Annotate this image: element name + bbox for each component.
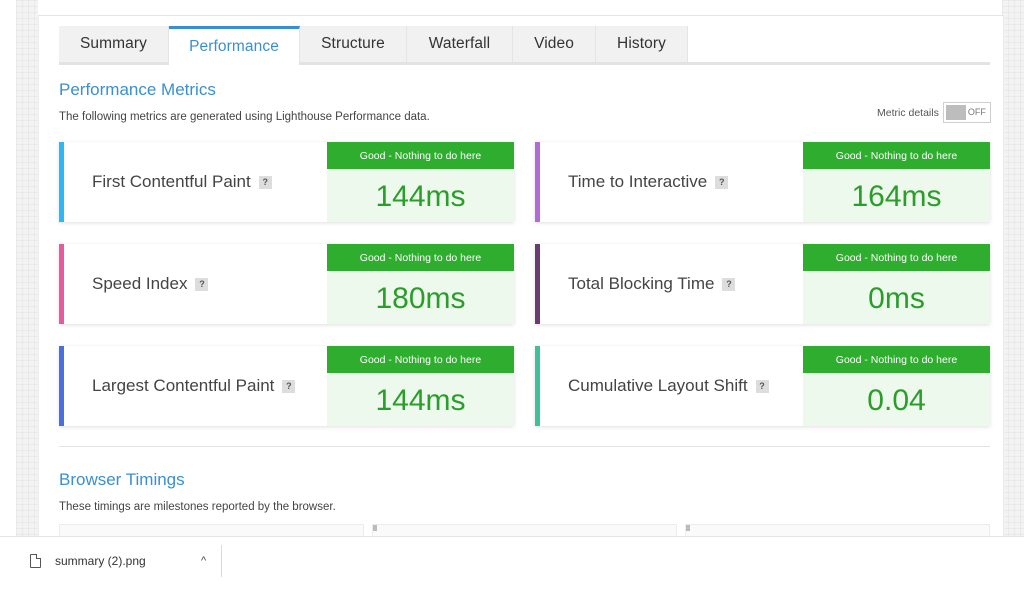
status-badge: Good - Nothing to do here: [327, 244, 514, 271]
metric-name-text: Time to Interactive: [568, 172, 708, 191]
status-badge: Good - Nothing to do here: [327, 346, 514, 373]
metric-card-largest-contentful-paint: Largest Contentful Paint ? Good - Nothin…: [59, 346, 514, 426]
metric-name-text: Speed Index: [92, 274, 188, 293]
help-icon[interactable]: ?: [258, 175, 272, 189]
status-badge: Good - Nothing to do here: [803, 142, 990, 169]
metric-value: 0.04: [867, 383, 926, 417]
metric-value: 144ms: [375, 383, 466, 417]
left-background-strip: [16, 0, 38, 545]
metric-name: Cumulative Layout Shift ?: [568, 346, 769, 426]
help-icon[interactable]: ?: [282, 379, 296, 393]
metric-card-cumulative-layout-shift: Cumulative Layout Shift ? Good - Nothing…: [535, 346, 990, 426]
metric-card-total-blocking-time: Total Blocking Time ? Good - Nothing to …: [535, 244, 990, 324]
browser-timings-title: Browser Timings: [59, 470, 185, 489]
metric-name-text: Total Blocking Time: [568, 274, 715, 293]
metric-details-toggle[interactable]: OFF: [942, 102, 991, 123]
performance-metrics-title: Performance Metrics: [59, 80, 216, 99]
section-divider: [59, 446, 990, 447]
metric-result: Good - Nothing to do here 180ms: [327, 244, 514, 324]
help-icon[interactable]: ?: [195, 277, 209, 291]
metric-value: 0ms: [868, 281, 925, 315]
right-background-strip: [1002, 0, 1024, 545]
metric-name: Speed Index ?: [92, 244, 209, 324]
tab-video[interactable]: Video: [513, 26, 596, 62]
help-icon[interactable]: ?: [755, 379, 769, 393]
metric-details-label: Metric details: [877, 106, 939, 119]
status-badge: Good - Nothing to do here: [803, 346, 990, 373]
metric-card-time-to-interactive: Time to Interactive ? Good - Nothing to …: [535, 142, 990, 222]
report-tabs: Summary Performance Structure Waterfall …: [59, 26, 990, 65]
metric-name: Total Blocking Time ?: [568, 244, 736, 324]
chevron-up-icon[interactable]: ^: [201, 555, 206, 567]
metric-name: Largest Contentful Paint ?: [92, 346, 296, 426]
help-icon[interactable]: ?: [715, 175, 729, 189]
tab-waterfall[interactable]: Waterfall: [407, 26, 513, 62]
metric-value: 164ms: [851, 179, 942, 213]
metric-name-text: First Contentful Paint: [92, 172, 251, 191]
status-badge: Good - Nothing to do here: [803, 244, 990, 271]
metric-name: First Contentful Paint ?: [92, 142, 272, 222]
toggle-state: OFF: [967, 107, 986, 117]
metric-name: Time to Interactive ?: [568, 142, 729, 222]
metric-result: Good - Nothing to do here 0ms: [803, 244, 990, 324]
browser-timings-row: [59, 524, 990, 536]
metric-result: Good - Nothing to do here 164ms: [803, 142, 990, 222]
timing-box: [372, 524, 677, 536]
metric-result: Good - Nothing to do here 144ms: [327, 346, 514, 426]
metric-name-text: Cumulative Layout Shift: [568, 376, 748, 395]
report-panel: Summary Performance Structure Waterfall …: [38, 16, 1004, 536]
browser-timings-subtitle: These timings are milestones reported by…: [59, 501, 336, 513]
metric-name-text: Largest Contentful Paint: [92, 376, 275, 395]
file-icon: [30, 554, 41, 568]
metric-value: 144ms: [375, 179, 466, 213]
timing-marker: [686, 525, 690, 531]
performance-metrics-subtitle: The following metrics are generated usin…: [59, 111, 430, 123]
metric-details-control: Metric details OFF: [877, 102, 991, 123]
status-badge: Good - Nothing to do here: [327, 142, 514, 169]
timing-marker: [373, 525, 377, 531]
tab-history[interactable]: History: [596, 26, 688, 62]
metric-result: Good - Nothing to do here 0.04: [803, 346, 990, 426]
timing-box: [59, 524, 364, 536]
timing-box: [685, 524, 990, 536]
download-bar: summary (2).png ^: [0, 536, 1024, 592]
metric-card-speed-index: Speed Index ? Good - Nothing to do here …: [59, 244, 514, 324]
tab-structure[interactable]: Structure: [300, 26, 407, 62]
help-icon[interactable]: ?: [722, 277, 736, 291]
metric-value: 180ms: [375, 281, 466, 315]
download-filename: summary (2).png: [55, 554, 146, 568]
metric-card-first-contentful-paint: First Contentful Paint ? Good - Nothing …: [59, 142, 514, 222]
download-item[interactable]: summary (2).png ^: [30, 545, 222, 577]
tab-performance[interactable]: Performance: [169, 26, 300, 65]
tab-summary[interactable]: Summary: [59, 26, 169, 62]
metric-result: Good - Nothing to do here 144ms: [327, 142, 514, 222]
toggle-knob: [945, 105, 966, 120]
